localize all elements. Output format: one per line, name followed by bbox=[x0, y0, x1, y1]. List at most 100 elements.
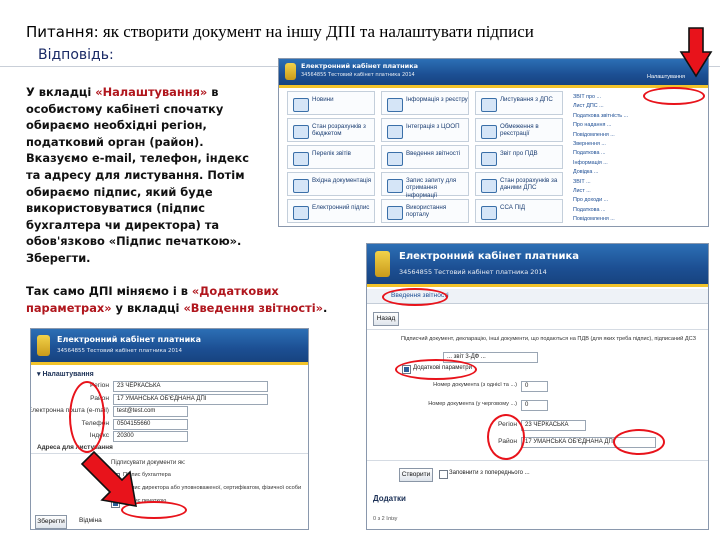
tile-icon bbox=[481, 98, 497, 112]
tile-icon bbox=[293, 98, 309, 112]
cabinet-tile[interactable]: Інформація з реєстру bbox=[381, 91, 469, 115]
reporting-banner-title: Електронний кабінет платника bbox=[399, 251, 580, 262]
cabinet-tile[interactable]: Стан розрахунків з бюджетом bbox=[287, 118, 375, 142]
news-link[interactable]: Інформація ... bbox=[573, 159, 703, 168]
tile-icon bbox=[293, 125, 309, 139]
news-link[interactable]: Повідомлення ... bbox=[573, 215, 703, 224]
news-links: ЗВІТ про ... Лист ДПС ... Податкова звітні… bbox=[573, 93, 703, 225]
cabinet-tile[interactable]: ССА ПІД bbox=[475, 199, 563, 223]
settings-field-value[interactable]: 0504155660 bbox=[113, 418, 188, 430]
settings-screenshot: Електронний кабінет платника 34564855 Те… bbox=[30, 328, 309, 530]
cabinet-tile[interactable]: Запис запиту для отримання інформації bbox=[381, 172, 469, 199]
tile-label: Перелік звітів bbox=[312, 150, 351, 157]
cabinet-tile[interactable]: Інтеграція з ЦООП bbox=[381, 118, 469, 142]
cabinet-tile[interactable]: Обмеження в реєстрації bbox=[475, 118, 563, 142]
highlight-extra-params-oval bbox=[395, 359, 477, 380]
tile-icon bbox=[481, 179, 497, 193]
news-link[interactable]: Повідомлення ... bbox=[573, 131, 703, 140]
p1-before: У вкладці bbox=[26, 85, 96, 99]
trident-icon bbox=[375, 251, 390, 277]
tile-icon bbox=[387, 98, 403, 112]
template-label: Заповнити з попереднього ... bbox=[449, 470, 530, 476]
p1-quote: «Налаштування» bbox=[95, 85, 208, 99]
tile-label: Інформація з реєстру bbox=[406, 96, 468, 103]
news-link[interactable]: ЗВІТ ... bbox=[573, 178, 703, 187]
news-link[interactable]: Податкова ... bbox=[573, 206, 703, 215]
settings-section-title: ▾ Налаштування bbox=[37, 371, 94, 378]
settings-field-value[interactable]: test@test.com bbox=[113, 406, 188, 417]
tile-icon bbox=[387, 125, 403, 139]
highlight-dpi-value-oval bbox=[613, 429, 665, 455]
p2-quote-2: «Введення звітності» bbox=[183, 300, 324, 315]
tile-label: Листування з ДПС bbox=[500, 96, 553, 103]
tile-icon bbox=[481, 125, 497, 139]
tile-icon bbox=[387, 179, 403, 193]
cabinet-tile[interactable]: Листування з ДПС bbox=[475, 91, 563, 115]
red-diagonal-arrow-icon bbox=[80, 450, 137, 507]
cabinet-tile[interactable]: Стан розрахунків за даними ДПС bbox=[475, 172, 563, 196]
tile-icon bbox=[481, 152, 497, 166]
tile-icon bbox=[481, 206, 497, 220]
divider bbox=[367, 329, 708, 330]
news-link[interactable]: Про надання ... bbox=[573, 121, 703, 130]
news-link[interactable]: Звернення ... bbox=[573, 140, 703, 149]
news-link[interactable]: Про доходи ... bbox=[573, 196, 703, 205]
reporting-field-value[interactable]: 0 bbox=[521, 400, 548, 411]
tile-label: ССА ПІД bbox=[500, 204, 526, 211]
footer-pagination: 0 з 2 Ілізу bbox=[373, 516, 398, 522]
banner-strip bbox=[367, 284, 708, 287]
news-link[interactable]: Податкова ... bbox=[573, 149, 703, 158]
cabinet-tile[interactable]: Використання порталу bbox=[381, 199, 469, 223]
reporting-field-value[interactable]: 0 bbox=[521, 381, 548, 392]
cabinet-tile[interactable]: Звіт про ПДВ bbox=[475, 145, 563, 169]
cabinet-tile[interactable]: Електронний підпис bbox=[287, 199, 375, 223]
settings-field-value[interactable]: 20300 bbox=[113, 431, 188, 442]
news-link[interactable]: ЗВІТ про ... bbox=[573, 93, 703, 102]
settings-field-value[interactable]: 23 ЧЕРКАСЬКА bbox=[113, 381, 268, 392]
news-link[interactable]: Довідка ... bbox=[573, 168, 703, 177]
cabinet-tile[interactable]: Введення звітності bbox=[381, 145, 469, 169]
template-checkbox[interactable] bbox=[439, 470, 448, 479]
question-title: Питання: як створити документ на іншу ДП… bbox=[26, 22, 534, 42]
reporting-field-label: Номер документа (у черговому ...) bbox=[428, 401, 517, 407]
p2-mid: у вкладці bbox=[111, 300, 184, 315]
news-link[interactable]: Податкова звітність ... bbox=[573, 112, 703, 121]
cabinet-tile[interactable]: Перелік звітів bbox=[287, 145, 375, 169]
cabinet-banner-subtitle: 34564855 Тестовий кабінет платника 2014 bbox=[301, 72, 415, 78]
tile-label: Введення звітності bbox=[406, 150, 461, 157]
highlight-tab-oval bbox=[382, 288, 448, 306]
settings-field-value[interactable]: 17 УМАНСЬКА ОБ'ЄДНАНА ДПІ bbox=[113, 393, 268, 405]
question-label: Питання: bbox=[26, 23, 99, 41]
cabinet-tile[interactable]: Вхідна документація bbox=[287, 172, 375, 196]
tile-icon bbox=[293, 152, 309, 166]
news-link[interactable]: Лист ДПС ... bbox=[573, 102, 703, 111]
cabinet-banner-title: Електронний кабінет платника bbox=[301, 62, 419, 70]
reporting-banner-subtitle: 34564855 Тестовий кабінет платника 2014 bbox=[399, 268, 547, 276]
create-button[interactable]: Створити bbox=[399, 468, 433, 482]
banner-strip bbox=[279, 85, 708, 88]
tile-label: Стан розрахунків за даними ДПС bbox=[500, 177, 558, 192]
tile-label: Новини bbox=[312, 96, 334, 103]
question-text: як створити документ на іншу ДПІ та нала… bbox=[98, 22, 534, 41]
cabinet-tile[interactable]: Новини bbox=[287, 91, 375, 115]
p2-before: Так само ДПІ міняємо і в bbox=[26, 284, 192, 298]
highlight-region-oval bbox=[69, 381, 105, 453]
news-link[interactable]: Лист ... bbox=[573, 187, 703, 196]
reporting-screenshot: Електронний кабінет платника 34564855 Те… bbox=[366, 243, 709, 530]
tile-label: Обмеження в реєстрації bbox=[500, 123, 539, 138]
tile-label: Інтеграція з ЦООП bbox=[406, 123, 460, 130]
instruction-paragraph-2: Так само ДПІ міняємо і в «Додаткових пар… bbox=[26, 283, 356, 316]
tile-icon bbox=[387, 152, 403, 166]
reporting-banner: Електронний кабінет платника 34564855 Те… bbox=[367, 244, 708, 284]
cabinet-banner: Електронний кабінет платника 34564855 Те… bbox=[279, 59, 708, 85]
dpi-field-value[interactable]: 23 ЧЕРКАСЬКА bbox=[521, 420, 586, 431]
back-button[interactable]: Назад bbox=[373, 312, 399, 326]
tile-icon bbox=[293, 206, 309, 220]
save-button[interactable]: Зберегти bbox=[35, 515, 67, 529]
additions-heading: Додатки bbox=[373, 494, 406, 503]
tile-label: Звіт про ПДВ bbox=[500, 150, 538, 157]
tile-label: Стан розрахунків з бюджетом bbox=[312, 123, 366, 138]
sign-checkbox-label: Підпис директора або уповноваженої, серт… bbox=[123, 485, 302, 491]
settings-banner-title: Електронний кабінет платника bbox=[57, 335, 202, 344]
cancel-button[interactable]: Відміна bbox=[79, 517, 102, 524]
